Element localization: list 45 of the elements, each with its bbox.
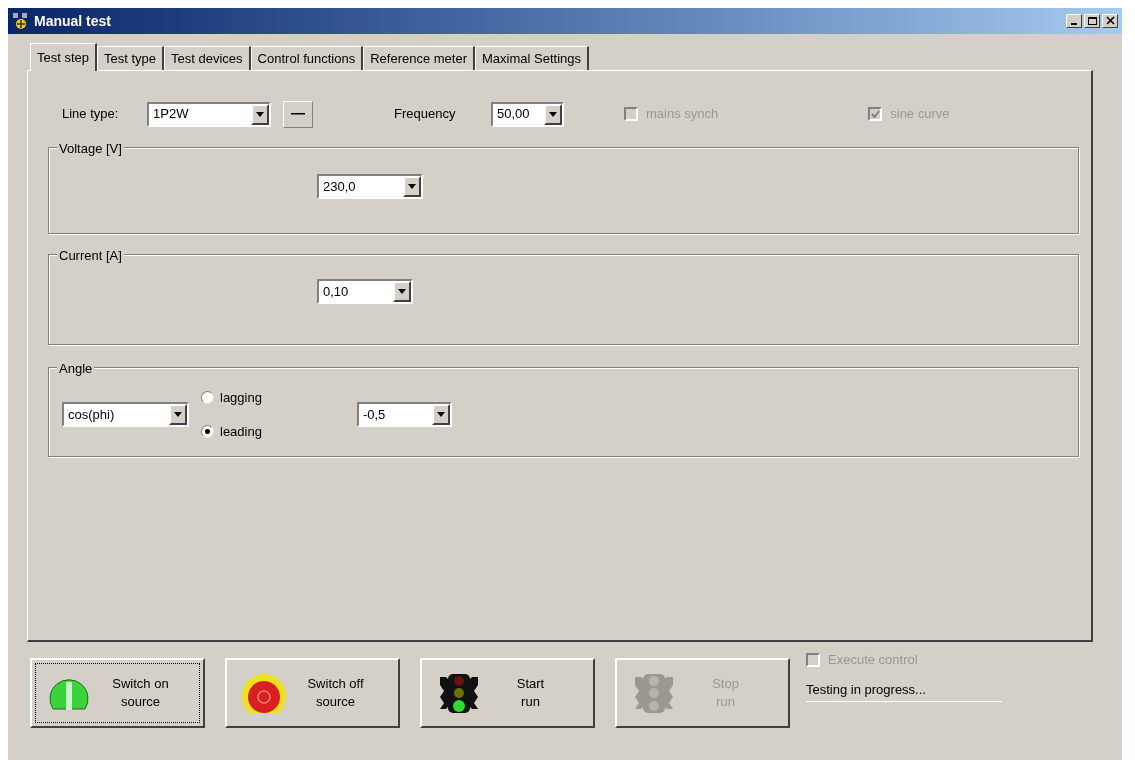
close-button[interactable]: [1102, 14, 1118, 28]
dropdown[interactable]: cos(phi): [62, 402, 189, 427]
field-label: Frequency: [394, 105, 457, 124]
line-button[interactable]: [283, 100, 313, 128]
caret-icon: [408, 184, 416, 189]
app-icon: [12, 12, 30, 30]
close-icon: [1104, 16, 1116, 26]
radio-label: leading: [220, 422, 262, 441]
action-button[interactable]: Start run: [420, 658, 595, 728]
caret-icon: [549, 111, 557, 117]
radio-button[interactable]: [201, 391, 214, 405]
tab[interactable]: Reference meter: [363, 46, 475, 70]
dropdown[interactable]: 0,10: [317, 279, 413, 304]
action-button[interactable]: Switch on source: [30, 658, 205, 728]
tab[interactable]: Test step: [30, 43, 98, 71]
stop-button-icon: [241, 673, 287, 713]
traffic-light-icon: [633, 673, 675, 713]
tab[interactable]: Test devices: [164, 46, 251, 70]
checkbox-label: mains synch: [646, 105, 719, 124]
minimize-icon: [1071, 23, 1077, 25]
radio-label: lagging: [220, 389, 262, 407]
checkbox-label: Execute control: [828, 651, 918, 669]
dash-icon: [291, 113, 305, 115]
dropdown[interactable]: 230,0: [317, 174, 423, 199]
dropdown[interactable]: 50,00: [491, 101, 564, 127]
caret-icon: [256, 111, 264, 117]
status-text: Testing in progress...: [806, 679, 1002, 702]
tab[interactable]: Test type: [97, 46, 165, 70]
maximize-icon: [1086, 16, 1098, 26]
tab[interactable]: Control functions: [250, 46, 364, 70]
maximize-button[interactable]: [1084, 14, 1100, 28]
window-title: Manual test: [34, 11, 111, 31]
caret-icon: [174, 412, 182, 417]
dropdown[interactable]: 1P2W: [147, 101, 271, 127]
caret-icon: [398, 289, 406, 294]
action-button[interactable]: Switch off source: [225, 658, 400, 728]
minimize-button[interactable]: [1066, 14, 1082, 28]
radio-button[interactable]: [201, 424, 214, 438]
caret-icon: [436, 412, 445, 417]
field-label: Line type:: [62, 105, 120, 124]
traffic-light-icon: [438, 673, 480, 713]
dropdown[interactable]: -0,5: [356, 402, 452, 427]
power-on-icon: [49, 676, 89, 710]
checkbox-label: sine curve: [890, 105, 950, 124]
tab[interactable]: Maximal Settings: [475, 46, 589, 70]
